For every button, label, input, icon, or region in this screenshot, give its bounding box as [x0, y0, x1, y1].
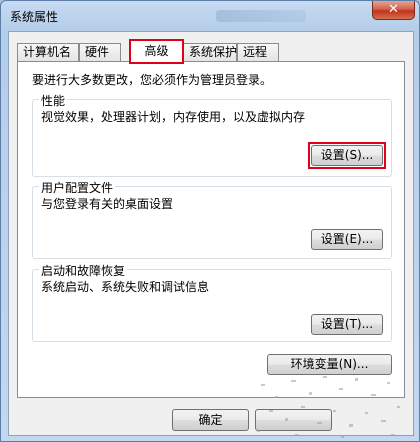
- dialog-client-area: 计算机名 硬件 高级 系统保护 远程 要进行大多数更改，您必须作为管理员登录。 …: [8, 31, 414, 436]
- admin-notice: 要进行大多数更改，您必须作为管理员登录。: [32, 73, 273, 87]
- ok-button[interactable]: 确定: [172, 409, 249, 431]
- close-button[interactable]: ✕: [372, 1, 415, 20]
- cancel-button-obscured[interactable]: [255, 409, 332, 431]
- startup-recovery-description: 系统启动、系统失败和调试信息: [41, 280, 210, 294]
- performance-group: 性能 视觉效果，处理器计划，内存使用，以及虚拟内存 设置(S)...: [32, 92, 392, 177]
- tab-computer-name[interactable]: 计算机名: [17, 43, 79, 61]
- user-profiles-group: 用户配置文件 与您登录有关的桌面设置 设置(E)...: [32, 179, 392, 259]
- user-profiles-group-title: 用户配置文件: [39, 179, 116, 196]
- close-icon: ✕: [388, 2, 399, 17]
- environment-variables-button[interactable]: 环境变量(N)...: [267, 354, 392, 375]
- window-title: 系统属性: [10, 10, 59, 24]
- title-blur: [216, 10, 306, 22]
- user-profiles-description: 与您登录有关的桌面设置: [41, 197, 174, 211]
- advanced-tab-panel: 要进行大多数更改，您必须作为管理员登录。 性能 视觉效果，处理器计划，内存使用，…: [17, 61, 405, 398]
- performance-group-title: 性能: [39, 92, 68, 109]
- startup-recovery-settings-button[interactable]: 设置(T)...: [311, 314, 383, 335]
- title-bar[interactable]: 系统属性 ✕: [1, 1, 419, 31]
- startup-recovery-group: 启动和故障恢复 系统启动、系统失败和调试信息 设置(T)...: [32, 262, 392, 342]
- performance-settings-button[interactable]: 设置(S)...: [311, 145, 383, 166]
- tab-hardware[interactable]: 硬件: [79, 43, 121, 61]
- tab-advanced[interactable]: 高级: [130, 40, 183, 62]
- system-properties-window: 系统属性 ✕ 计算机名 硬件 高级 系统保护 远程 要进行大多数更改，您必须作为…: [0, 0, 420, 442]
- startup-recovery-group-title: 启动和故障恢复: [39, 262, 128, 279]
- tab-remote[interactable]: 远程: [237, 43, 279, 61]
- user-profiles-settings-button[interactable]: 设置(E)...: [311, 229, 383, 250]
- performance-description: 视觉效果，处理器计划，内存使用，以及虚拟内存: [41, 110, 306, 124]
- tab-system-protection[interactable]: 系统保护: [183, 43, 237, 61]
